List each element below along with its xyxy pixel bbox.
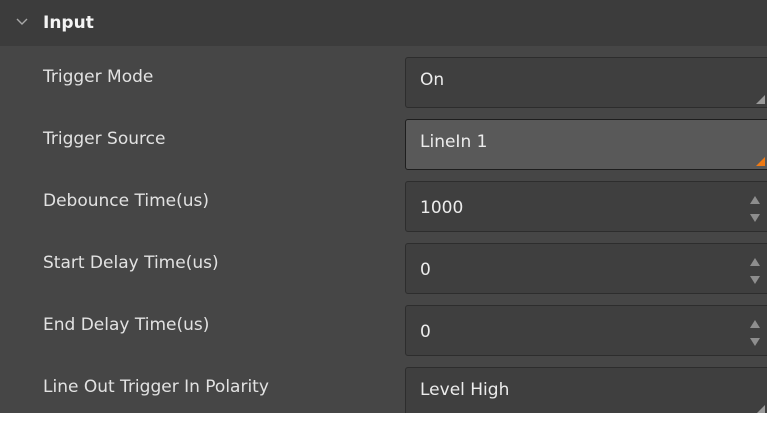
dropdown-corner-icon[interactable] (756, 405, 765, 413)
field-value: 1000 (420, 198, 464, 218)
input-properties-panel: Input Trigger Mode On Trigger Source Lin… (0, 0, 767, 413)
field-value: 0 (420, 322, 431, 342)
field-value: 0 (420, 260, 431, 280)
spin-down-icon[interactable] (750, 276, 760, 284)
param-label: End Delay Time(us) (43, 315, 210, 335)
spin-up-icon[interactable] (750, 196, 760, 204)
spin-down-icon[interactable] (750, 338, 760, 346)
start-delay-time-input[interactable]: 0 (405, 243, 767, 294)
field-value: Level High (420, 380, 510, 400)
dropdown-corner-icon[interactable] (756, 157, 765, 166)
bottom-margin (0, 413, 767, 421)
debounce-time-input[interactable]: 1000 (405, 181, 767, 232)
dropdown-corner-icon[interactable] (756, 95, 765, 104)
spin-up-icon[interactable] (750, 320, 760, 328)
param-row-trigger-source: Trigger Source LineIn 1 (0, 108, 767, 170)
param-label: Line Out Trigger In Polarity (43, 377, 269, 397)
param-row-start-delay-time: Start Delay Time(us) 0 (0, 232, 767, 294)
param-label: Debounce Time(us) (43, 191, 209, 211)
param-label: Trigger Mode (43, 67, 154, 87)
chevron-down-icon[interactable] (14, 14, 30, 30)
spin-up-icon[interactable] (750, 258, 760, 266)
spin-down-icon[interactable] (750, 214, 760, 222)
param-row-trigger-mode: Trigger Mode On (0, 46, 767, 108)
field-value: LineIn 1 (420, 132, 488, 152)
polarity-dropdown[interactable]: Level High (405, 367, 767, 413)
input-section-header[interactable]: Input (0, 0, 767, 46)
param-label: Start Delay Time(us) (43, 253, 219, 273)
end-delay-time-input[interactable]: 0 (405, 305, 767, 356)
param-label: Trigger Source (43, 129, 166, 149)
trigger-source-dropdown[interactable]: LineIn 1 (405, 119, 767, 170)
param-row-debounce-time: Debounce Time(us) 1000 (0, 170, 767, 232)
trigger-mode-dropdown[interactable]: On (405, 57, 767, 108)
field-value: On (420, 70, 445, 90)
section-title: Input (43, 13, 94, 33)
param-row-end-delay-time: End Delay Time(us) 0 (0, 294, 767, 356)
param-row-line-out-trigger-in-polarity: Line Out Trigger In Polarity Level High (0, 356, 767, 413)
